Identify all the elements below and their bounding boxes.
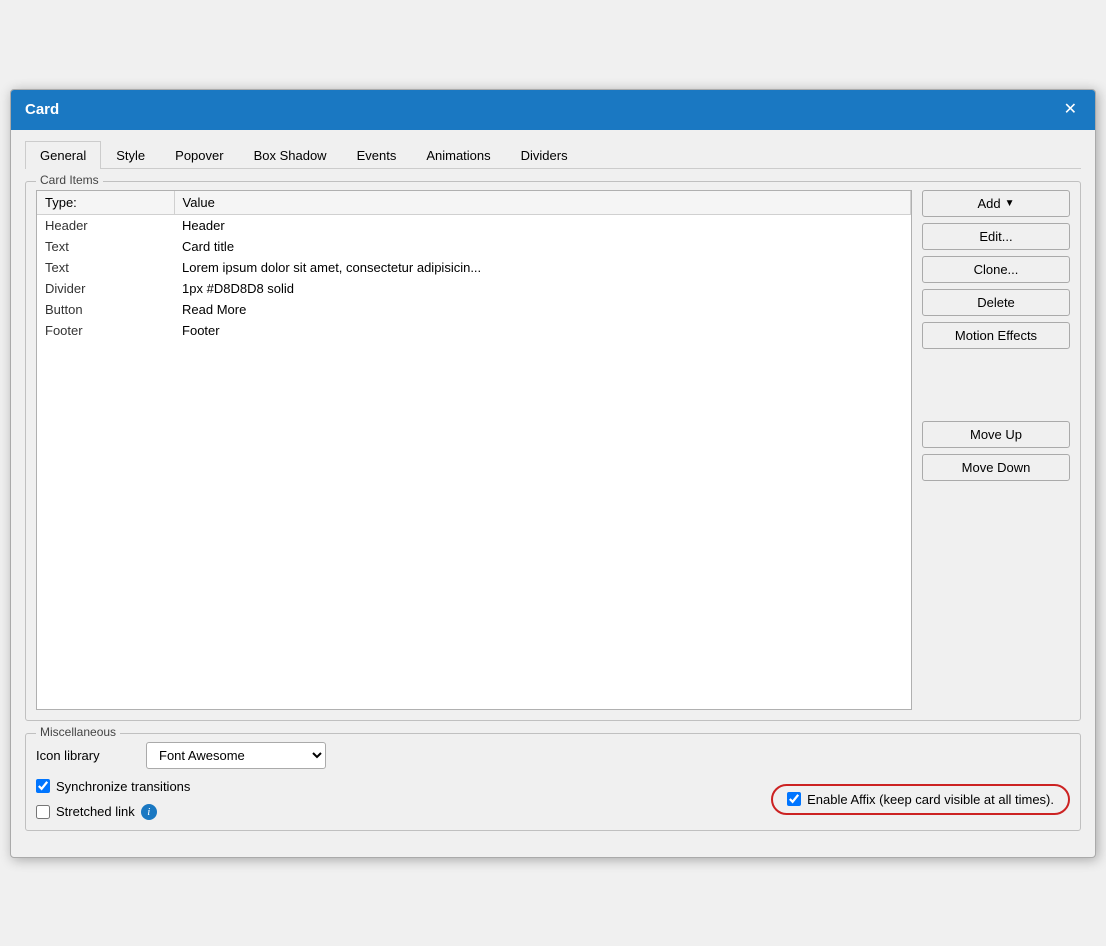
- tab-events[interactable]: Events: [342, 141, 412, 169]
- edit-button[interactable]: Edit...: [922, 223, 1070, 250]
- miscellaneous-label: Miscellaneous: [36, 725, 120, 739]
- icon-library-label: Icon library: [36, 748, 136, 763]
- affix-circle: Enable Affix (keep card visible at all t…: [771, 784, 1070, 815]
- table-row[interactable]: Text Card title: [37, 236, 911, 257]
- move-down-button[interactable]: Move Down: [922, 454, 1070, 481]
- row-type: Text: [37, 236, 174, 257]
- row-value: Read More: [174, 299, 910, 320]
- tab-box-shadow[interactable]: Box Shadow: [239, 141, 342, 169]
- miscellaneous-group: Miscellaneous Icon library Font Awesome …: [25, 733, 1081, 831]
- tab-dividers[interactable]: Dividers: [506, 141, 583, 169]
- tab-general[interactable]: General: [25, 141, 101, 169]
- sync-transitions-label: Synchronize transitions: [56, 779, 190, 794]
- clone-button[interactable]: Clone...: [922, 256, 1070, 283]
- row-type: Header: [37, 214, 174, 236]
- enable-affix-checkbox[interactable]: [787, 792, 801, 806]
- delete-button[interactable]: Delete: [922, 289, 1070, 316]
- add-button[interactable]: Add ▼: [922, 190, 1070, 217]
- table-row[interactable]: Header Header: [37, 214, 911, 236]
- row-type: Button: [37, 299, 174, 320]
- table-row[interactable]: Text Lorem ipsum dolor sit amet, consect…: [37, 257, 911, 278]
- stretched-link-info-icon[interactable]: i: [141, 804, 157, 820]
- card-items-container: Type: Value Header Header Text Car: [36, 190, 1070, 710]
- row-type: Footer: [37, 320, 174, 341]
- row-type: Divider: [37, 278, 174, 299]
- enable-affix-label: Enable Affix (keep card visible at all t…: [807, 792, 1054, 807]
- tab-style[interactable]: Style: [101, 141, 160, 169]
- items-table: Type: Value Header Header Text Car: [37, 191, 911, 341]
- stretched-link-checkbox[interactable]: [36, 805, 50, 819]
- col-type-header: Type:: [37, 191, 174, 215]
- misc-bottom-row: Synchronize transitions Stretched link i…: [36, 779, 1070, 820]
- card-dialog: Card ✕ General Style Popover Box Shadow …: [10, 89, 1096, 858]
- row-type: Text: [37, 257, 174, 278]
- table-row[interactable]: Footer Footer: [37, 320, 911, 341]
- move-up-button[interactable]: Move Up: [922, 421, 1070, 448]
- tab-bar: General Style Popover Box Shadow Events …: [25, 140, 1081, 169]
- table-row[interactable]: Divider 1px #D8D8D8 solid: [37, 278, 911, 299]
- sync-transitions-row: Synchronize transitions: [36, 779, 190, 794]
- tab-popover[interactable]: Popover: [160, 141, 238, 169]
- left-checkboxes: Synchronize transitions Stretched link i: [36, 779, 190, 820]
- row-value: Card title: [174, 236, 910, 257]
- add-arrow-icon: ▼: [1005, 198, 1015, 209]
- card-items-label: Card Items: [36, 173, 103, 187]
- tab-animations[interactable]: Animations: [411, 141, 505, 169]
- stretched-link-row: Stretched link i: [36, 804, 190, 820]
- motion-effects-button[interactable]: Motion Effects: [922, 322, 1070, 349]
- row-value: 1px #D8D8D8 solid: [174, 278, 910, 299]
- buttons-panel: Add ▼ Edit... Clone... Delete Motion Eff…: [922, 190, 1070, 481]
- row-value: Lorem ipsum dolor sit amet, consectetur …: [174, 257, 910, 278]
- spacer: [922, 355, 1070, 415]
- card-items-group: Card Items Type: Value Header: [25, 181, 1081, 721]
- table-row[interactable]: Button Read More: [37, 299, 911, 320]
- icon-library-select[interactable]: Font Awesome Material Icons Glyphicons: [146, 742, 326, 769]
- dialog-title: Card: [25, 101, 59, 118]
- row-value: Footer: [174, 320, 910, 341]
- col-value-header: Value: [174, 191, 910, 215]
- dialog-body: General Style Popover Box Shadow Events …: [11, 130, 1095, 857]
- sync-transitions-checkbox[interactable]: [36, 779, 50, 793]
- title-bar: Card ✕: [11, 90, 1095, 130]
- icon-library-row: Icon library Font Awesome Material Icons…: [36, 742, 1070, 769]
- items-table-wrapper: Type: Value Header Header Text Car: [36, 190, 912, 710]
- row-value: Header: [174, 214, 910, 236]
- close-button[interactable]: ✕: [1060, 100, 1081, 120]
- stretched-link-label: Stretched link: [56, 804, 135, 819]
